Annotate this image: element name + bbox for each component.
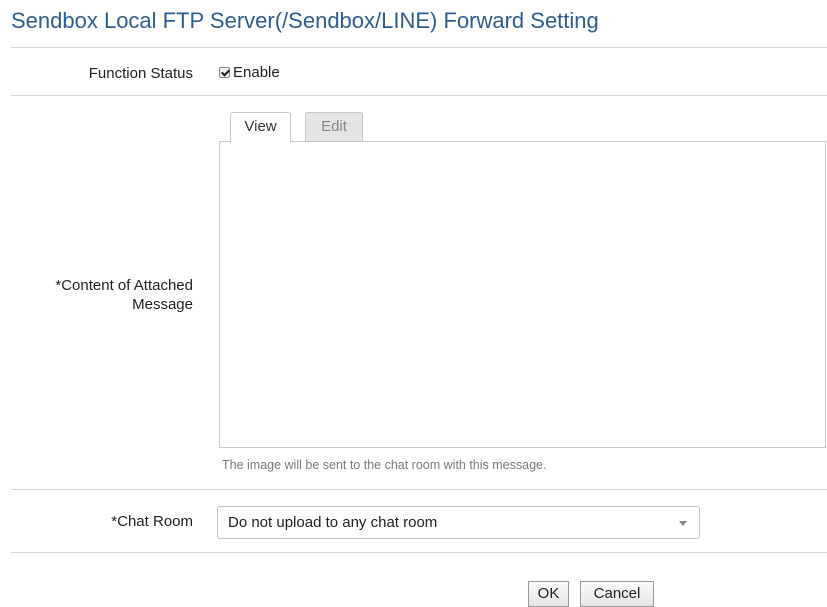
divider xyxy=(11,489,827,490)
enable-checkbox-label: Enable xyxy=(233,64,280,81)
ok-button[interactable]: OK xyxy=(528,581,569,607)
tab-view[interactable]: View xyxy=(230,112,291,143)
enable-checkbox-wrap[interactable]: Enable xyxy=(219,64,280,81)
content-label-line2: Message xyxy=(132,296,193,313)
content-label-line1: *Content of Attached xyxy=(55,277,193,294)
message-hint: The image will be sent to the chat room … xyxy=(222,458,547,472)
chat-room-label: *Chat Room xyxy=(111,513,193,530)
divider xyxy=(11,95,827,96)
chat-room-select[interactable]: Do not upload to any chat room xyxy=(217,506,700,539)
chevron-down-icon xyxy=(679,521,687,526)
page-title: Sendbox Local FTP Server(/Sendbox/LINE) … xyxy=(11,8,599,33)
enable-checkbox[interactable] xyxy=(219,67,230,78)
divider xyxy=(11,552,827,553)
message-view-area[interactable] xyxy=(219,141,826,448)
cancel-button[interactable]: Cancel xyxy=(580,581,654,607)
divider xyxy=(11,47,827,48)
function-status-label: Function Status xyxy=(88,65,193,82)
tab-edit[interactable]: Edit xyxy=(305,112,363,142)
chat-room-selected-value: Do not upload to any chat room xyxy=(228,514,438,531)
